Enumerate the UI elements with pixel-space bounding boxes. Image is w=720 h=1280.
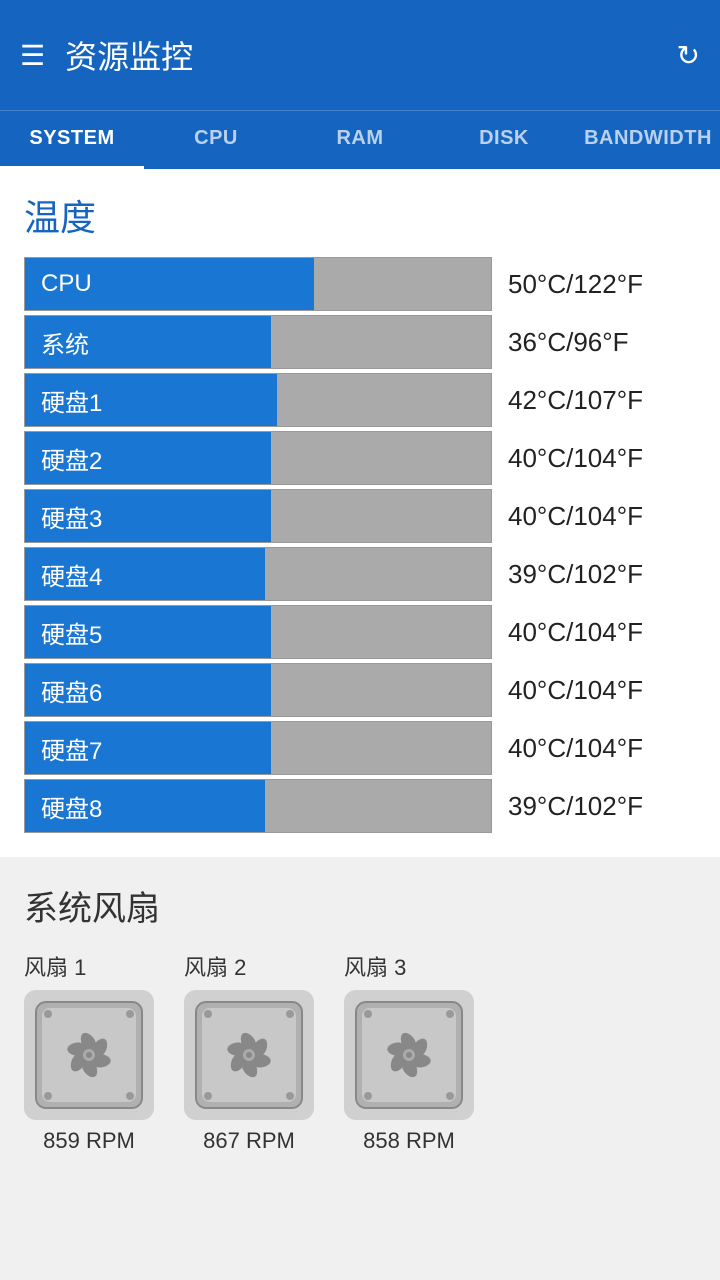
fan-rpm: 858 RPM [363,1128,455,1154]
temp-row: 硬盘2 40°C/104°F [24,431,696,485]
temperature-section: 温度 CPU 50°C/122°F 系统 36°C/96°F 硬盘1 42°C/… [0,169,720,857]
temp-bar-container: 硬盘1 [24,373,492,427]
temp-value: 39°C/102°F [508,559,643,590]
fan-icon-box [184,990,314,1120]
temp-bar-fill [185,548,265,600]
temp-bar-container: 硬盘3 [24,489,492,543]
temp-label: 硬盘5 [25,606,185,658]
temp-value: 42°C/107°F [508,385,643,416]
temperature-title: 温度 [24,189,696,241]
temp-bar-container: 系统 [24,315,492,369]
temperature-rows: CPU 50°C/122°F 系统 36°C/96°F 硬盘1 42°C/107… [24,257,696,833]
temp-bar-fill [185,374,277,426]
temp-bar-container: CPU [24,257,492,311]
temp-bar-container: 硬盘8 [24,779,492,833]
tab-cpu[interactable]: CPU [144,111,288,169]
temp-value: 40°C/104°F [508,501,643,532]
temp-row: 硬盘6 40°C/104°F [24,663,696,717]
temp-label: 硬盘6 [25,664,185,716]
menu-icon[interactable]: ☰ [20,39,45,72]
temp-label: 硬盘2 [25,432,185,484]
temp-bar-fill [185,258,314,310]
temp-bar-fill [185,606,271,658]
temp-label: 硬盘1 [25,374,185,426]
temp-row: 硬盘7 40°C/104°F [24,721,696,775]
refresh-icon[interactable]: ↻ [677,39,700,72]
temp-label: 硬盘8 [25,780,185,832]
temp-value: 36°C/96°F [508,327,629,358]
fan-icon-box [24,990,154,1120]
temp-row: 系统 36°C/96°F [24,315,696,369]
app-title: 资源监控 [65,32,676,78]
temp-bar-fill [185,664,271,716]
fan-item: 风扇 3 858 RPM [344,950,474,1154]
temp-bar-fill [185,316,271,368]
temp-bar-container: 硬盘7 [24,721,492,775]
temp-bar-container: 硬盘4 [24,547,492,601]
fan-icon [194,1000,304,1110]
temp-label: 硬盘7 [25,722,185,774]
temp-label: 系统 [25,316,185,368]
temp-value: 40°C/104°F [508,443,643,474]
temp-value: 40°C/104°F [508,675,643,706]
temp-bar-fill [185,490,271,542]
fan-rpm: 859 RPM [43,1128,135,1154]
temp-bar-fill [185,432,271,484]
temp-row: 硬盘8 39°C/102°F [24,779,696,833]
fan-section-title: 系统风扇 [24,881,696,930]
fan-label: 风扇 1 [24,950,86,982]
temp-label: 硬盘3 [25,490,185,542]
temp-row: 硬盘1 42°C/107°F [24,373,696,427]
fan-rpm: 867 RPM [203,1128,295,1154]
temp-label: CPU [25,258,185,310]
temp-bar-container: 硬盘2 [24,431,492,485]
temp-bar-fill [185,780,265,832]
temp-row: 硬盘4 39°C/102°F [24,547,696,601]
temp-value: 39°C/102°F [508,791,643,822]
tab-ram[interactable]: RAM [288,111,432,169]
fan-item: 风扇 1 859 RPM [24,950,154,1154]
fan-label: 风扇 2 [184,950,246,982]
temp-bar-container: 硬盘6 [24,663,492,717]
temp-bar-container: 硬盘5 [24,605,492,659]
tab-bar: SYSTEM CPU RAM DISK BANDWIDTH [0,110,720,169]
temp-label: 硬盘4 [25,548,185,600]
fan-item: 风扇 2 867 RPM [184,950,314,1154]
temp-value: 40°C/104°F [508,733,643,764]
fan-icon [354,1000,464,1110]
tab-disk[interactable]: DISK [432,111,576,169]
temp-value: 50°C/122°F [508,269,643,300]
header: ☰ 资源监控 ↻ [0,0,720,110]
fan-icon-box [344,990,474,1120]
temp-bar-fill [185,722,271,774]
temp-row: 硬盘3 40°C/104°F [24,489,696,543]
temp-value: 40°C/104°F [508,617,643,648]
tab-system[interactable]: SYSTEM [0,111,144,169]
temp-row: CPU 50°C/122°F [24,257,696,311]
tab-bandwidth[interactable]: BANDWIDTH [576,111,720,169]
fan-label: 风扇 3 [344,950,406,982]
fan-section: 系统风扇 风扇 1 [0,857,720,1184]
fans-row: 风扇 1 859 RPM [24,950,696,1154]
fan-icon [34,1000,144,1110]
temp-row: 硬盘5 40°C/104°F [24,605,696,659]
